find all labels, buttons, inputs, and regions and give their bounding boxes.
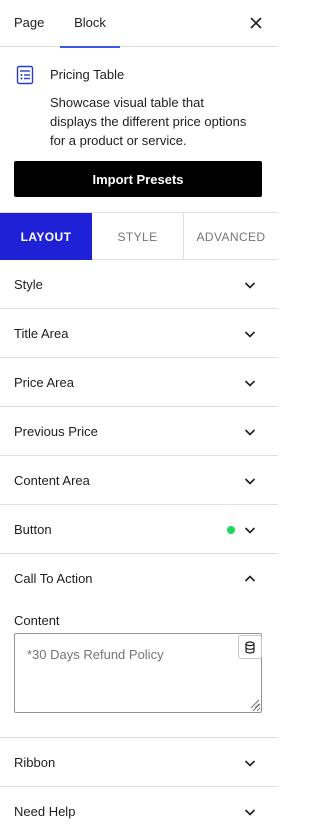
content-textarea[interactable] — [14, 633, 262, 713]
chevron-down-icon — [244, 429, 256, 436]
panel-label: Title Area — [14, 326, 69, 341]
content-label: Content — [14, 613, 60, 628]
chevron-up-icon[interactable] — [243, 572, 257, 586]
chevron-down-icon — [244, 760, 256, 767]
dynamic-content-button[interactable] — [238, 635, 262, 659]
database-icon — [245, 640, 255, 654]
tab-style[interactable]: STYLE — [92, 213, 184, 260]
panel-style[interactable]: Style — [0, 260, 278, 309]
tab-block[interactable]: Block — [60, 0, 120, 48]
panel-label[interactable]: Call To Action — [14, 571, 93, 586]
panel-label: Content Area — [14, 473, 90, 488]
chevron-down-icon — [244, 478, 256, 485]
chevron-down-icon — [244, 380, 256, 387]
panel-content-area[interactable]: Content Area — [0, 456, 278, 505]
panel-ribbon[interactable]: Ribbon — [0, 738, 278, 787]
resize-grip-icon[interactable] — [250, 699, 260, 709]
block-description: Showcase visual table that displays the … — [50, 95, 247, 148]
pricing-table-icon — [16, 65, 34, 85]
panel-previous-price[interactable]: Previous Price — [0, 407, 278, 456]
panel-price-area[interactable]: Price Area — [0, 358, 278, 407]
chevron-down-icon — [244, 282, 256, 289]
panel-label: Style — [14, 277, 43, 292]
close-button[interactable] — [246, 13, 266, 33]
close-icon — [250, 17, 262, 29]
sidebar-tabs: Page Block — [0, 0, 278, 48]
panel-need-help[interactable]: Need Help — [0, 787, 278, 836]
tab-layout[interactable]: LAYOUT — [0, 213, 92, 260]
panel-label: Need Help — [14, 804, 76, 819]
panel-button[interactable]: Button — [0, 505, 278, 554]
settings-tabs: LAYOUT STYLE ADVANCED — [0, 212, 278, 260]
panel-label: Ribbon — [14, 755, 56, 770]
tab-page[interactable]: Page — [0, 0, 58, 47]
panel-label: Price Area — [14, 375, 74, 390]
panel-label: Previous Price — [14, 424, 98, 439]
block-title: Pricing Table — [50, 67, 125, 82]
panel-label: Button — [14, 522, 52, 537]
tab-advanced[interactable]: ADVANCED — [184, 213, 278, 260]
import-presets-button[interactable]: Import Presets — [14, 161, 262, 197]
chevron-down-icon — [244, 331, 256, 338]
chevron-down-icon — [244, 527, 256, 534]
chevron-down-icon — [244, 809, 256, 816]
modified-indicator — [227, 526, 235, 534]
panel-title-area[interactable]: Title Area — [0, 309, 278, 358]
